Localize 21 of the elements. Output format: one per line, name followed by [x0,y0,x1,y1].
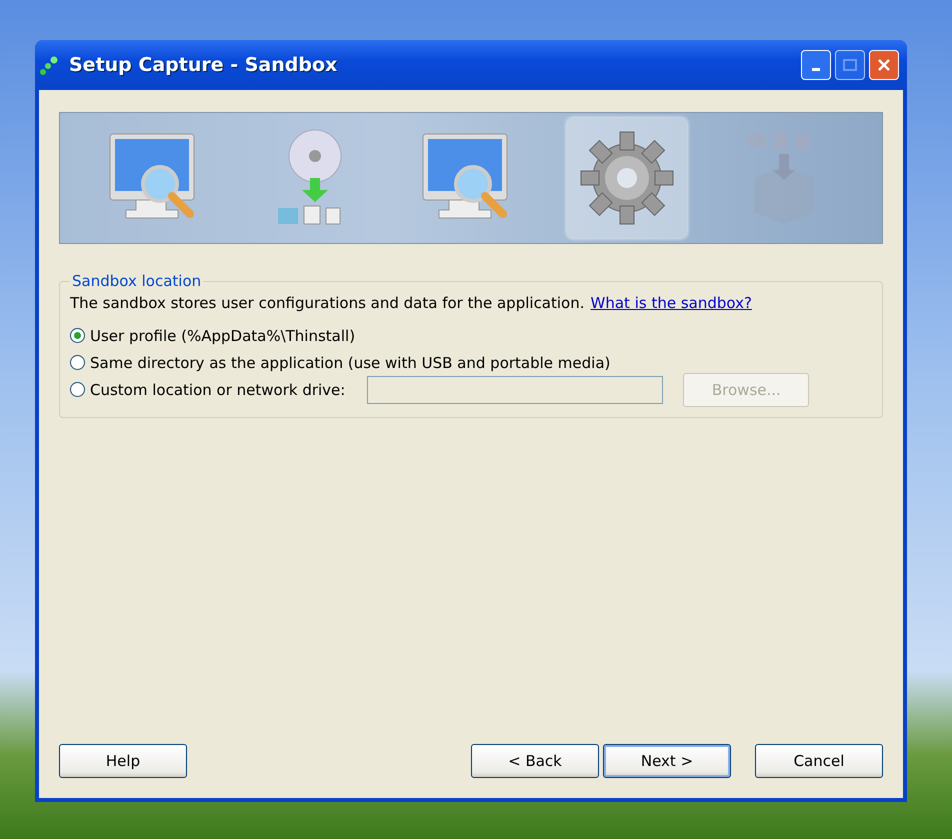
wizard-button[interactable]: < Back [471,744,599,778]
wizard-button[interactable]: Next > [603,744,731,778]
wizard-button[interactable]: Help [59,744,187,778]
radio-option[interactable]: Same directory as the application (use with USB and portable media) [70,354,610,372]
minimize-icon [812,68,820,70]
wizard-button[interactable]: Cancel [755,744,883,778]
close-icon [877,58,891,72]
maximize-button[interactable] [835,50,865,80]
close-button[interactable] [869,50,899,80]
wizard-step[interactable] [567,118,688,238]
window-title: Setup Capture - Sandbox [69,54,338,76]
maximize-icon [843,59,857,71]
radio-button[interactable] [70,355,85,370]
minimize-button[interactable] [801,50,831,80]
radio-option[interactable]: User profile (%AppData%\Thinstall) [70,326,356,344]
radio-button[interactable] [70,328,85,343]
help-link[interactable]: What is the sandbox? [590,294,752,312]
radio-option[interactable]: Custom location or network drive: [70,380,346,398]
radio-button[interactable] [70,382,85,397]
group-title: Sandbox location [71,272,202,290]
description-text: The sandbox stores user configurations and data for the application. [70,294,585,312]
